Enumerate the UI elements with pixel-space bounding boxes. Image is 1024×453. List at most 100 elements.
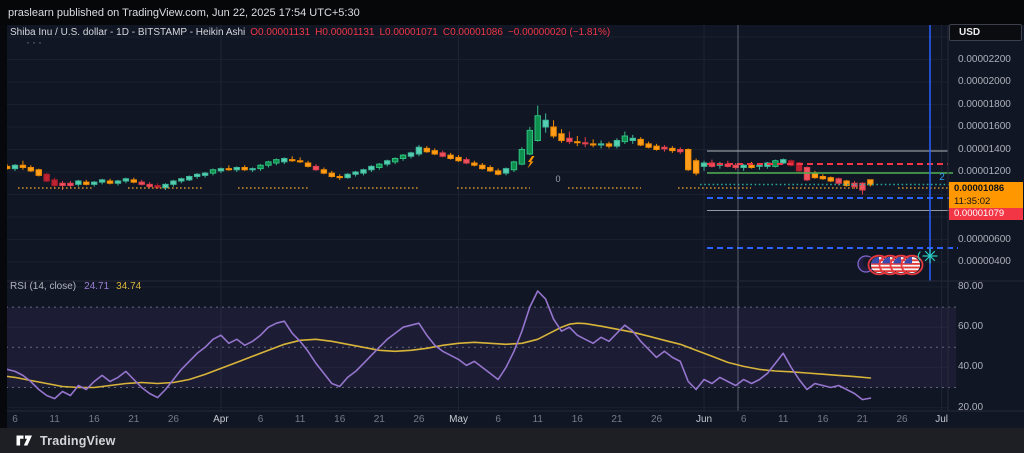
rsi-label: RSI (14, close)	[10, 281, 77, 292]
candle-body	[692, 160, 700, 174]
candle-body	[756, 164, 763, 167]
candle-body	[384, 160, 391, 165]
lightning-marker-icon[interactable]	[527, 156, 535, 169]
candle-body	[558, 133, 565, 141]
candle-body	[209, 169, 217, 174]
candle-body	[170, 180, 177, 185]
publish-header: praslearn published on TradingView.com, …	[0, 0, 1024, 25]
candle-body	[241, 167, 248, 171]
tradingview-logo-icon[interactable]	[16, 433, 33, 448]
candle-body	[574, 141, 581, 144]
candle-body	[748, 164, 755, 168]
time-tick-day: 16	[88, 414, 100, 425]
candle-body	[550, 126, 557, 137]
candle-body	[193, 173, 201, 177]
time-tick-day: 21	[373, 414, 385, 425]
candle-body	[217, 168, 225, 172]
candle-body	[780, 159, 787, 164]
time-tick-day: 6	[12, 414, 18, 425]
candle-body	[399, 154, 407, 159]
current-price-value: 0.00001086	[954, 183, 1005, 194]
candle-body	[637, 138, 644, 146]
candle-body	[225, 168, 233, 171]
annotation-label-0[interactable]: 0	[555, 174, 560, 184]
usa-flag-sticker-icon[interactable]	[904, 257, 920, 273]
time-tick-month: Apr	[213, 414, 229, 425]
candle-body	[542, 119, 549, 128]
candle-body	[669, 147, 676, 152]
time-tick-day: 26	[896, 414, 908, 425]
candle-body	[114, 180, 122, 184]
candle-body	[487, 167, 494, 172]
candle-body	[312, 165, 320, 171]
candle-body	[423, 147, 431, 153]
time-tick-day: 11	[778, 414, 789, 425]
ohlc-low: L0.00001071	[379, 27, 438, 38]
publish-text: praslearn published on TradingView.com, …	[8, 6, 360, 19]
time-tick-month: Jun	[695, 414, 713, 425]
candle-body	[43, 173, 50, 182]
legend-more-button[interactable]: ···	[26, 35, 44, 49]
rsi-band	[0, 307, 956, 388]
candle-body	[289, 159, 296, 162]
footer-bar: TradingView	[0, 428, 1024, 453]
candle-body	[653, 145, 660, 150]
candle-body	[621, 135, 629, 143]
candle-body	[566, 137, 573, 143]
symbol-title: Shiba Inu / U.S. dollar - 1D - BITSTAMP …	[10, 27, 246, 38]
candle-body	[597, 143, 605, 146]
candle-body	[91, 181, 98, 185]
time-tick-month: May	[449, 414, 468, 425]
time-tick-day: 6	[740, 414, 747, 425]
candle-body	[368, 165, 375, 171]
candle-body	[257, 164, 264, 170]
candle-body	[320, 169, 328, 174]
candle-body	[186, 176, 193, 181]
candle-body	[19, 164, 27, 168]
candle-body	[471, 162, 478, 166]
ohlc-change: −0.00000020 (−1.81%)	[507, 27, 611, 38]
candle-body	[518, 149, 526, 165]
annotation-label-2[interactable]: 2	[939, 172, 945, 183]
time-tick-day: 11	[532, 414, 543, 425]
candle-body	[605, 143, 613, 147]
candle-body	[344, 173, 351, 179]
price-tick-label: 0.00002000	[958, 76, 1011, 87]
candle-body	[146, 183, 153, 188]
rsi-legend[interactable]: RSI (14, close) 24.71 34.74	[10, 281, 141, 292]
candle-body	[27, 167, 35, 172]
candle-body	[59, 182, 66, 186]
currency-toggle-button[interactable]: USD	[949, 24, 1022, 41]
price-tick-label: 0.00000400	[958, 256, 1011, 267]
candle-body	[534, 115, 541, 141]
candle-body	[83, 181, 90, 185]
rsi-tick-label: 20.00	[958, 401, 984, 413]
candle-body	[265, 161, 272, 166]
time-tick-day: 21	[611, 414, 623, 425]
candle-body	[645, 143, 652, 148]
rsi-tick-label: 60.00	[958, 321, 984, 333]
candle-body	[376, 163, 383, 168]
candles-layer	[0, 105, 874, 195]
candle-body	[526, 129, 533, 155]
candle-body	[677, 149, 684, 153]
symbol-legend[interactable]: Shiba Inu / U.S. dollar - 1D - BITSTAMP …	[10, 27, 610, 38]
candle-body	[463, 159, 470, 164]
footer-brand[interactable]: TradingView	[40, 434, 116, 448]
time-tick-day: 11	[294, 414, 306, 425]
candle-body	[328, 172, 336, 177]
price-chart-canvas[interactable]: 02	[0, 0, 1024, 453]
candle-body	[629, 137, 636, 141]
time-tick-day: 16	[571, 414, 583, 425]
time-tick-day: 26	[167, 414, 179, 425]
candle-body	[510, 161, 518, 171]
rsi-value: 24.71	[84, 281, 110, 292]
time-tick-day: 16	[817, 414, 829, 425]
candle-body	[249, 168, 256, 171]
time-tick-day: 11	[49, 414, 60, 425]
price-tick-label: 0.00001800	[958, 98, 1011, 110]
time-tick-day: 26	[650, 414, 663, 425]
candle-body	[106, 180, 114, 184]
time-tick-month: Jul	[935, 414, 949, 425]
candle-body	[740, 164, 747, 168]
